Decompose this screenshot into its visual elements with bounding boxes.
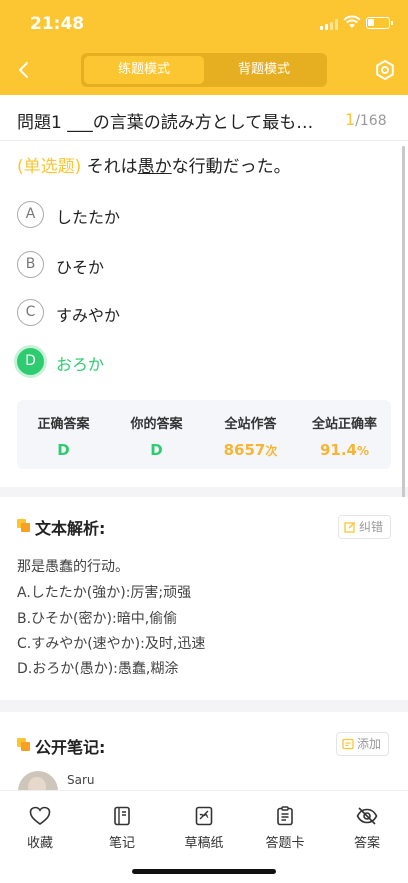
option-text: したたか: [56, 208, 121, 227]
option-text: ひそか: [56, 258, 105, 277]
question-text: (单选题) それは愚かな行動だった。: [17, 152, 291, 177]
tab-answer[interactable]: 答案: [327, 806, 407, 851]
underlined-word: 愚か: [137, 157, 172, 177]
answer-stats-panel: 正确答案 D 你的答案 D 全站作答 8657次 全站正确率 91.4%: [17, 400, 391, 469]
analysis-line: A.したたか(強か):厉害;顽强: [17, 585, 192, 601]
total-questions: /168: [355, 113, 387, 129]
analysis-line: B.ひそか(密か):暗中,偷偷: [17, 611, 178, 627]
mode-switch: 练题模式 背题模式: [81, 53, 327, 87]
stat-value: 8657次: [204, 441, 297, 459]
stat-site-accuracy: 全站正确率 91.4%: [298, 413, 391, 459]
stat-label: 全站正确率: [311, 417, 377, 432]
stat-value: 91.4%: [298, 441, 391, 459]
cellular-signal-icon: [320, 19, 338, 30]
option-letter: D: [17, 348, 44, 375]
option-d[interactable]: D おろか: [17, 348, 387, 378]
stat-correct-answer: 正确答案 D: [17, 413, 110, 459]
add-note-label: 添加: [357, 737, 382, 751]
tab-notes[interactable]: 笔记: [82, 806, 162, 851]
current-question-number: 1: [345, 110, 356, 129]
heart-icon: [29, 806, 51, 825]
tab-label: 答案: [353, 836, 380, 851]
option-text: おろか: [56, 355, 105, 374]
option-letter: A: [17, 201, 44, 228]
tab-label: 答题卡: [265, 836, 305, 851]
notes-title: 公开笔记:: [35, 738, 106, 757]
option-letter: C: [17, 299, 44, 326]
tab-label: 收藏: [26, 836, 53, 851]
answer-sheet-icon: [277, 806, 293, 826]
option-a[interactable]: A したたか: [17, 201, 387, 231]
stat-label: 全站作答: [224, 417, 277, 432]
analysis-line: D.おろか(愚か):愚蠢,糊涂: [17, 661, 179, 677]
tab-practice-mode[interactable]: 练题模式: [84, 56, 204, 84]
analysis-title: 文本解析:: [35, 519, 106, 538]
report-error-button[interactable]: 纠错: [338, 515, 392, 539]
draft-paper-icon: [195, 806, 213, 826]
eye-hidden-icon: [356, 807, 378, 825]
section-marker-icon: [17, 738, 30, 751]
question-type: (单选题): [17, 157, 82, 177]
notebook-icon: [114, 806, 130, 826]
status-time: 21:48: [30, 14, 85, 34]
section-marker-icon: [17, 519, 30, 532]
question-title: 問題1 ___の言葉の読み方として最も…: [17, 113, 314, 133]
question-counter[interactable]: 1/168: [345, 110, 387, 129]
status-bar: 21:48: [0, 0, 408, 46]
option-letter: B: [17, 251, 44, 278]
tab-answer-sheet[interactable]: 答题卡: [245, 806, 325, 851]
report-error-label: 纠错: [359, 520, 384, 534]
chevron-left-icon[interactable]: [12, 58, 36, 82]
stat-your-answer: 你的答案 D: [110, 413, 203, 459]
gear-icon[interactable]: [374, 59, 396, 81]
stat-site-answers: 全站作答 8657次: [204, 413, 297, 459]
question-text-after: な行動だった。: [171, 157, 291, 177]
stat-unit: %: [356, 444, 370, 458]
tab-favorite[interactable]: 收藏: [0, 806, 80, 851]
stat-number: 91.4: [319, 441, 357, 459]
add-note-button[interactable]: 添加: [336, 732, 390, 756]
note-username[interactable]: Saru: [67, 773, 95, 787]
option-text: すみやか: [56, 306, 121, 325]
tab-label: 草稿纸: [184, 836, 224, 851]
stat-label: 正确答案: [37, 417, 90, 432]
analysis-line: 那是愚蠢的行动。: [17, 559, 129, 575]
tab-recite-mode[interactable]: 背题模式: [204, 56, 324, 84]
stat-unit: 次: [265, 444, 278, 458]
note-add-icon: [342, 738, 354, 750]
analysis-line: C.すみやか(速やか):及时,迅速: [17, 636, 206, 652]
stat-value: D: [57, 441, 70, 459]
tab-label: 笔记: [108, 836, 135, 851]
home-indicator[interactable]: [132, 869, 276, 874]
wifi-icon: [343, 15, 361, 28]
stat-label: 你的答案: [130, 417, 183, 432]
stat-number: 8657: [223, 441, 266, 459]
divider: [0, 140, 408, 141]
option-c[interactable]: C すみやか: [17, 299, 387, 329]
edit-icon: [344, 522, 355, 533]
question-text-before: それは: [81, 157, 138, 177]
option-b[interactable]: B ひそか: [17, 251, 387, 281]
stat-value: D: [150, 441, 163, 459]
battery-icon: [366, 17, 393, 29]
tab-draft-paper[interactable]: 草稿纸: [164, 806, 244, 851]
